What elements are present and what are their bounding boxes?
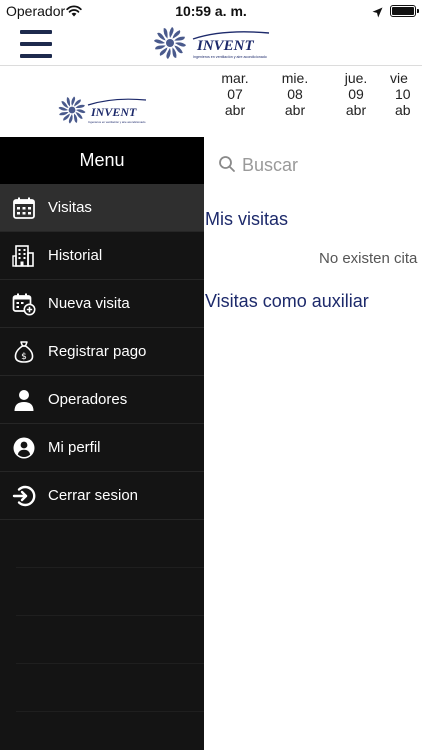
calendar-day[interactable]: mar. 07 abr <box>205 70 265 118</box>
calendar-date: 07 <box>227 86 243 102</box>
menu-item-label: Cerrar sesion <box>48 487 139 504</box>
menu-item-operadores[interactable]: Operadores <box>0 376 204 424</box>
search-icon <box>218 155 236 178</box>
hamburger-menu-icon[interactable] <box>20 28 52 60</box>
calendar-icon <box>12 196 36 220</box>
empty-appointments-message: No existen cita <box>319 250 418 267</box>
brand-tagline: Ingenieros en ventilación y aire acondic… <box>193 55 267 59</box>
my-visits-title: Mis visitas <box>205 209 289 229</box>
calendar-day[interactable]: jue. 09 abr <box>326 70 386 118</box>
menu-divider <box>16 615 204 616</box>
calendar-date: 10 <box>395 86 411 102</box>
menu-divider <box>16 663 204 664</box>
calendar-date: 09 <box>348 86 364 102</box>
profile-icon <box>12 436 36 460</box>
menu-item-mi-perfil[interactable]: Mi perfil <box>0 424 204 472</box>
money-bag-icon: $ <box>12 340 36 364</box>
calendar-day[interactable]: mie. 08 abr <box>265 70 325 118</box>
calendar-weekday: mie. <box>281 70 309 86</box>
menu-item-visitas[interactable]: Visitas <box>0 184 204 232</box>
menu-item-registrar-pago[interactable]: $ Registrar pago <box>0 328 204 376</box>
side-drawer-menu: Menu Visitas Historial Nueva visita $ Re… <box>0 137 204 750</box>
calendar-add-icon <box>12 292 36 316</box>
search-input[interactable] <box>242 152 422 178</box>
search-bar <box>218 152 422 178</box>
menu-item-label: Mi perfil <box>48 439 101 456</box>
menu-item-historial[interactable]: Historial <box>0 232 204 280</box>
menu-item-cerrar-sesion[interactable]: Cerrar sesion <box>0 472 204 520</box>
top-navigation-bar: INVENT Ingenieros en ventilación y aire … <box>0 22 422 66</box>
menu-item-label: Visitas <box>48 199 92 216</box>
battery-icon <box>390 5 419 17</box>
brand-logo-text-secondary: INVENT <box>90 105 137 119</box>
calendar-month: ab <box>395 102 411 118</box>
menu-title: Menu <box>0 137 204 184</box>
menu-item-label: Historial <box>48 247 103 264</box>
calendar-strip: mar. 07 abr mie. 08 abr jue. 09 abr vie … <box>205 70 422 122</box>
calendar-weekday: vie <box>390 70 408 86</box>
svg-text:$: $ <box>21 352 27 362</box>
menu-divider <box>16 711 204 712</box>
calendar-weekday: jue. <box>344 70 368 86</box>
location-arrow-icon <box>372 5 383 23</box>
menu-item-label: Operadores <box>48 391 128 408</box>
status-time: 10:59 a. m. <box>175 3 247 19</box>
menu-item-label: Registrar pago <box>48 343 147 360</box>
menu-item-nueva-visita[interactable]: Nueva visita <box>0 280 204 328</box>
calendar-month: abr <box>224 102 246 118</box>
calendar-month: abr <box>345 102 367 118</box>
calendar-month: abr <box>284 102 306 118</box>
brand-tagline-secondary: Ingenieros en ventilación y aire acondic… <box>88 120 146 124</box>
brand-logo-secondary: INVENT Ingenieros en ventilación y aire … <box>58 93 148 127</box>
person-icon <box>12 388 36 412</box>
calendar-date: 08 <box>287 86 303 102</box>
calendar-day[interactable]: vie 10 ab <box>390 70 422 118</box>
brand-logo: INVENT Ingenieros en ventilación y aire … <box>153 27 271 61</box>
menu-divider <box>16 567 204 568</box>
building-icon <box>12 244 36 268</box>
status-bar: Operador 10:59 a. m. <box>0 0 422 22</box>
menu-item-label: Nueva visita <box>48 295 130 312</box>
calendar-weekday: mar. <box>221 70 249 86</box>
brand-logo-text: INVENT <box>196 38 255 54</box>
auxiliary-visits-title: Visitas como auxiliar <box>205 291 369 311</box>
logout-icon <box>12 484 36 508</box>
